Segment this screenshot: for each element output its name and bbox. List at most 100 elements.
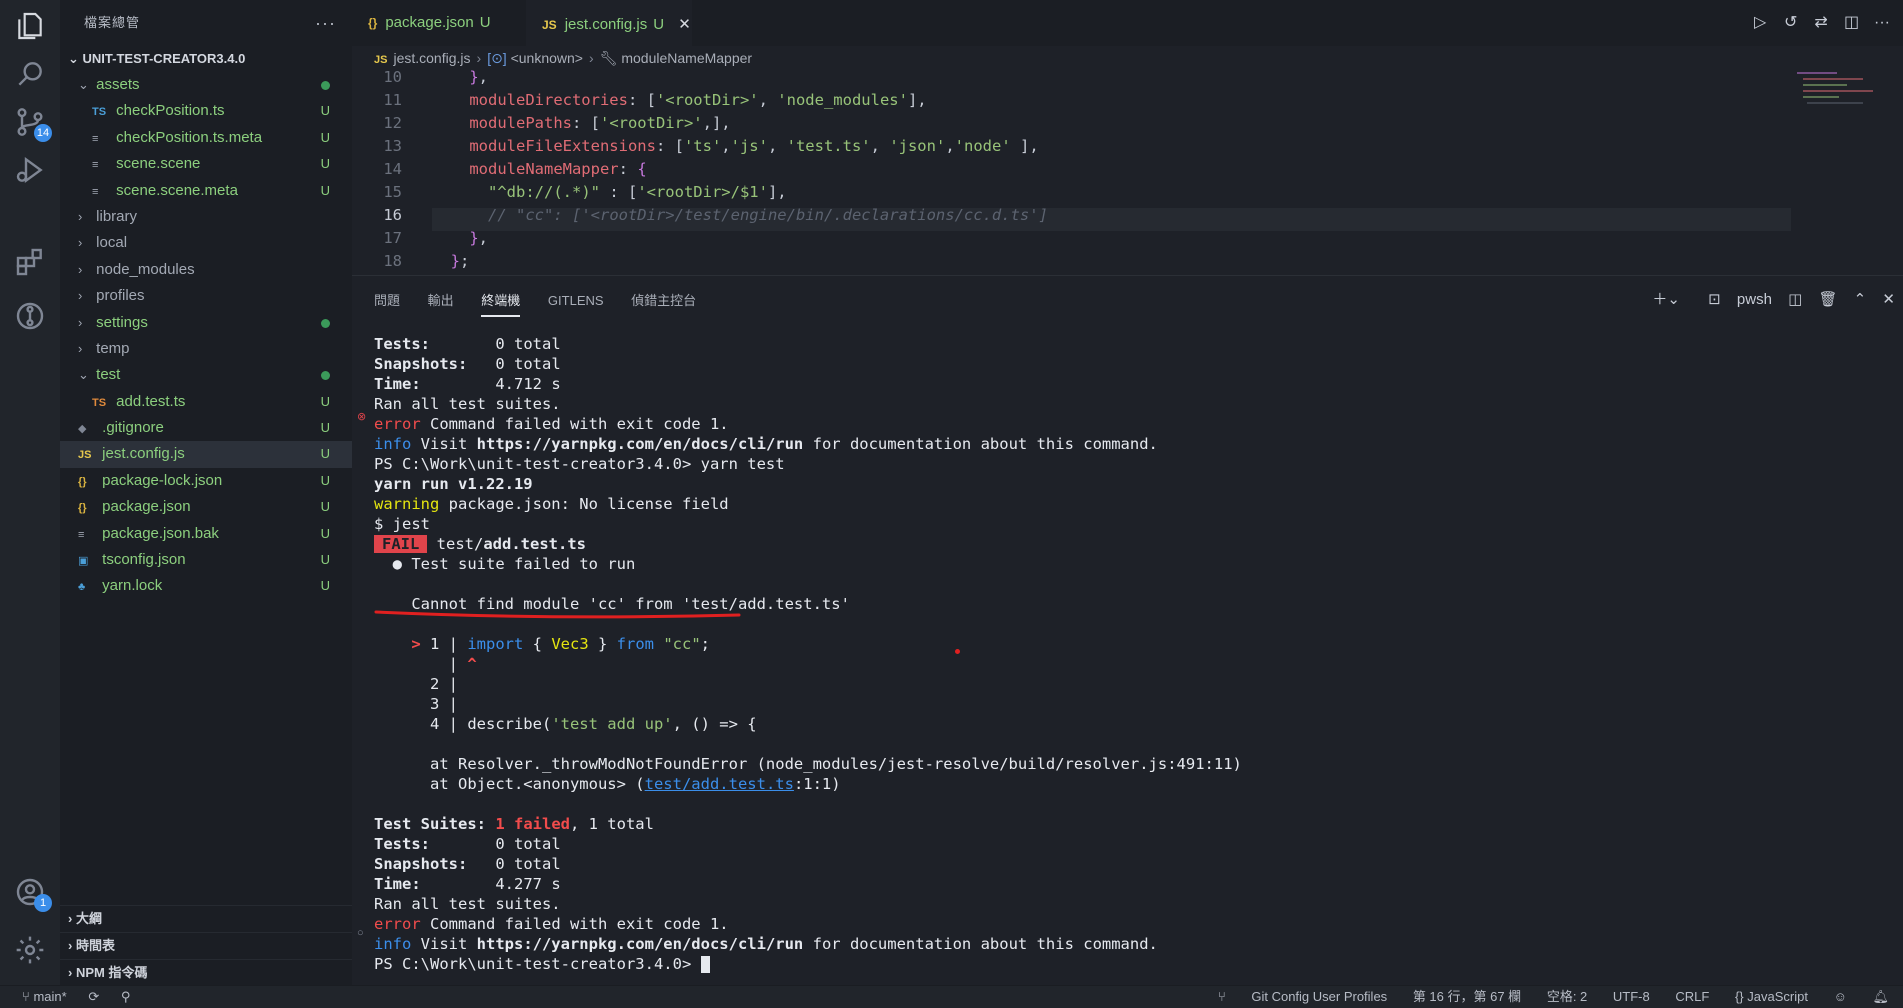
json-file-icon: {}: [78, 475, 87, 488]
untracked-badge: U: [320, 420, 330, 436]
close-tab-icon[interactable]: ✕: [678, 16, 691, 33]
line-number: 12: [383, 114, 402, 132]
panel-actions: ＋⌄ ⊡ pwsh ◫ 🗑︎ ⌃ ✕: [1640, 288, 1895, 309]
compare-changes-icon[interactable]: ⇄: [1808, 12, 1834, 32]
timeline-history-icon[interactable]: ↺: [1778, 12, 1804, 32]
git-config-profiles[interactable]: ⑂ Git Config User Profiles: [1218, 989, 1387, 1004]
tab-terminal[interactable]: 終端機: [481, 290, 521, 317]
cursor-position[interactable]: 第 16 行，第 67 欄: [1413, 989, 1521, 1004]
tree-item[interactable]: › profiles: [60, 283, 352, 309]
chevron-right-icon: ›: [78, 235, 83, 251]
untracked-badge: U: [320, 472, 330, 488]
tree-item[interactable]: ▣ tsconfig.json U: [60, 547, 352, 573]
terminal-line: at Resolver._throwModNotFoundError (node…: [374, 755, 1242, 773]
tree-item[interactable]: {} package.json U: [60, 494, 352, 520]
breadcrumb-symbol[interactable]: <unknown>: [511, 50, 583, 66]
tree-item[interactable]: › temp: [60, 336, 352, 362]
sidebar-bottom-panels: › 大綱 › 時間表 › NPM 指令碼: [60, 905, 352, 986]
new-terminal-icon[interactable]: ＋⌄: [1652, 288, 1680, 309]
terminal-output[interactable]: Tests: 0 total Snapshots: 0 total Time: 4.…: [374, 334, 1903, 974]
more-actions-icon[interactable]: ···: [315, 0, 336, 46]
tree-item[interactable]: ≡ scene.scene.meta U: [60, 178, 352, 204]
tree-item[interactable]: › local: [60, 230, 352, 256]
git-graph-icon[interactable]: ⚲: [121, 989, 131, 1004]
extensions-icon[interactable]: [14, 246, 46, 278]
language-mode[interactable]: {} JavaScript: [1735, 989, 1808, 1004]
code-editor[interactable]: 10 }, 11 moduleDirectories: ['<rootDir>',…: [352, 70, 1903, 275]
tab-label: jest.config.js: [564, 16, 648, 33]
breadcrumb-property[interactable]: moduleNameMapper: [621, 50, 752, 66]
trash-icon[interactable]: 🗑︎: [1818, 290, 1837, 308]
tree-item[interactable]: ≡ checkPosition.ts.meta U: [60, 125, 352, 151]
tree-item-label: scene.scene.meta: [116, 181, 238, 199]
tree-item[interactable]: › settings: [60, 310, 352, 336]
tree-item[interactable]: ◆ .gitignore U: [60, 415, 352, 441]
chevron-right-icon: ›: [78, 208, 83, 224]
encoding[interactable]: UTF-8: [1613, 989, 1650, 1004]
file-lines-icon: ≡: [92, 159, 99, 172]
account-icon[interactable]: 1: [14, 876, 52, 912]
tree-item[interactable]: {} package-lock.json U: [60, 468, 352, 494]
run-icon[interactable]: ▷: [1747, 12, 1773, 32]
explorer-icon[interactable]: [14, 10, 46, 42]
tab-jest-config[interactable]: JS jest.config.js U ✕: [526, 0, 692, 48]
status-bar: ⑂ main* ⟳ ⚲ ⑂ Git Config User Profiles 第…: [0, 985, 1903, 1008]
timeline-panel-header[interactable]: › 時間表: [60, 932, 352, 959]
source-control-icon[interactable]: 14: [14, 106, 52, 142]
terminal-line: | ^: [374, 655, 477, 673]
terminal-line: error Command failed with exit code 1.: [374, 415, 729, 433]
tree-item[interactable]: ≡ package.json.bak U: [60, 521, 352, 547]
untracked-badge: U: [320, 446, 330, 462]
terminal-icon: ⊡: [1708, 291, 1721, 308]
scm-badge: 14: [34, 124, 52, 142]
tab-package-json[interactable]: {} package.json U: [352, 0, 526, 46]
notifications-bell-icon[interactable]: 🔔︎: [1872, 989, 1889, 1004]
npm-scripts-panel-header[interactable]: › NPM 指令碼: [60, 959, 352, 986]
untracked-badge: U: [320, 525, 330, 541]
tab-gitlens[interactable]: GITLENS: [548, 293, 604, 314]
tree-item[interactable]: › library: [60, 204, 352, 230]
tree-item[interactable]: ♣ yarn.lock U: [60, 573, 352, 599]
tree-item[interactable]: ⌄ test: [60, 362, 352, 388]
line-ending[interactable]: CRLF: [1675, 989, 1709, 1004]
gitlens-icon[interactable]: [14, 300, 46, 332]
git-file-icon: ◆: [78, 423, 87, 436]
branch-name[interactable]: main*: [33, 989, 66, 1004]
workspace-root[interactable]: ⌄ UNIT-TEST-CREATOR3.4.0: [60, 46, 352, 72]
tab-output[interactable]: 輸出: [428, 290, 454, 315]
sync-icon[interactable]: ⟳: [88, 989, 99, 1004]
close-panel-icon[interactable]: ✕: [1882, 290, 1895, 308]
split-editor-icon[interactable]: ◫: [1839, 12, 1865, 32]
code-text: },: [469, 229, 489, 247]
tab-debug-console[interactable]: 偵錯主控台: [631, 290, 696, 315]
code-line: 15 "^db://(.*)" : ['<rootDir>/$1'],: [352, 181, 786, 204]
typescript-test-file-icon: TS: [92, 396, 107, 409]
wrench-icon: 🔧︎: [599, 50, 618, 66]
indentation[interactable]: 空格: 2: [1547, 989, 1587, 1004]
maximize-panel-icon[interactable]: ⌃: [1854, 290, 1867, 308]
more-actions-icon[interactable]: ···: [1869, 14, 1895, 32]
tab-problems[interactable]: 問題: [374, 290, 400, 315]
breadcrumb-file[interactable]: jest.config.js: [393, 50, 470, 66]
settings-gear-icon[interactable]: [14, 934, 46, 966]
split-terminal-icon[interactable]: ◫: [1788, 290, 1802, 308]
tree-item[interactable]: › node_modules: [60, 257, 352, 283]
code-text: "^db://(.*)" : ['<rootDir>/$1'],: [488, 183, 787, 201]
feedback-icon[interactable]: ☺: [1834, 989, 1847, 1004]
run-debug-icon[interactable]: [14, 154, 46, 186]
tree-item[interactable]: JS jest.config.js U: [60, 441, 352, 468]
outline-panel-header[interactable]: › 大綱: [60, 905, 352, 932]
tree-item-label: add.test.ts: [116, 392, 186, 410]
status-right: ⑂ Git Config User Profiles 第 16 行，第 67 欄…: [1196, 986, 1889, 1008]
tree-item[interactable]: TS checkPosition.ts U: [60, 98, 352, 124]
search-icon[interactable]: [14, 58, 46, 90]
tab-status: U: [479, 14, 491, 31]
terminal-shell[interactable]: ⊡ pwsh: [1696, 290, 1772, 308]
tree-item[interactable]: ⌄ assets: [60, 72, 352, 98]
red-underline-annotation: [374, 610, 741, 619]
minimap[interactable]: [1797, 70, 1891, 110]
code-text: },: [469, 70, 489, 86]
tree-item[interactable]: TS add.test.ts U: [60, 389, 352, 415]
tree-item[interactable]: ≡ scene.scene U: [60, 151, 352, 177]
